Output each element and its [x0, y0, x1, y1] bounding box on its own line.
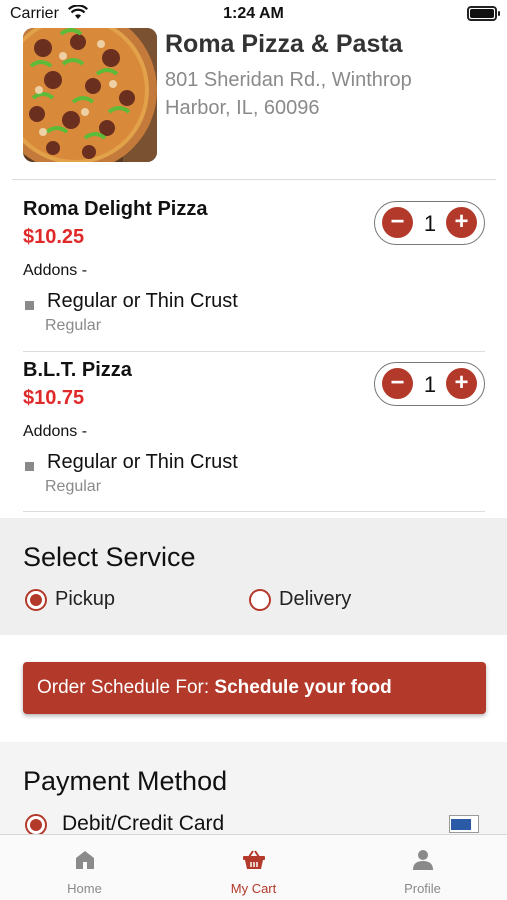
battery-icon	[467, 6, 500, 21]
decrease-quantity-button[interactable]: −	[382, 368, 413, 399]
home-icon	[75, 851, 94, 869]
addon-bullet-icon	[25, 301, 34, 310]
addons-label: Addons -	[23, 423, 88, 440]
item-price: $10.75	[23, 387, 85, 409]
section-title: Payment Method	[23, 766, 228, 796]
payment-method-section: Payment Method Debit/Credit Card	[0, 742, 507, 842]
delivery-label[interactable]: Delivery	[279, 588, 351, 611]
item-name: B.L.T. Pizza	[23, 359, 132, 381]
tab-bar: Home My Cart Profile	[0, 834, 507, 900]
item-name: Roma Delight Pizza	[23, 198, 208, 220]
person-icon	[412, 850, 433, 870]
addon-bullet-icon	[25, 462, 34, 471]
basket-icon	[242, 850, 265, 869]
addon-name: Regular or Thin Crust	[47, 290, 238, 312]
tab-my-cart[interactable]: My Cart	[169, 835, 338, 900]
clock: 1:24 AM	[223, 5, 284, 22]
quantity-stepper[interactable]: − 1 +	[374, 362, 485, 406]
quantity-value: 1	[423, 372, 437, 397]
divider	[23, 511, 485, 512]
tab-home[interactable]: Home	[0, 835, 169, 900]
divider	[23, 351, 485, 352]
schedule-prefix: Order Schedule For:	[37, 677, 210, 698]
pickup-radio[interactable]	[25, 589, 47, 611]
tab-label: My Cart	[230, 881, 277, 896]
card-payment-radio[interactable]	[25, 814, 47, 836]
tab-profile[interactable]: Profile	[338, 835, 507, 900]
addons-label: Addons -	[23, 262, 88, 279]
card-payment-label[interactable]: Debit/Credit Card	[62, 812, 224, 836]
delivery-radio[interactable]	[249, 589, 271, 611]
credit-card-icon	[449, 815, 479, 833]
schedule-value: Schedule your food	[214, 677, 392, 698]
addon-name: Regular or Thin Crust	[47, 451, 238, 473]
order-schedule-button[interactable]: Order Schedule For: Schedule your food	[23, 662, 486, 714]
divider	[12, 179, 496, 180]
quantity-stepper[interactable]: − 1 +	[374, 201, 485, 245]
addon-value: Regular	[45, 317, 102, 334]
item-price: $10.25	[23, 226, 85, 248]
increase-quantity-button[interactable]: +	[446, 368, 477, 399]
addon-value: Regular	[45, 478, 102, 495]
select-service-section: Select Service Pickup Delivery	[0, 518, 507, 635]
tab-label: Profile	[404, 881, 441, 896]
quantity-value: 1	[423, 211, 437, 236]
section-title: Select Service	[23, 542, 196, 572]
restaurant-address: 801 Sheridan Rd., Winthrop Harbor, IL, 6…	[165, 66, 465, 122]
pickup-label[interactable]: Pickup	[55, 588, 115, 611]
increase-quantity-button[interactable]: +	[446, 207, 477, 238]
restaurant-name: Roma Pizza & Pasta	[165, 30, 403, 58]
address-line-2: Harbor, IL, 60096	[165, 97, 320, 119]
decrease-quantity-button[interactable]: −	[382, 207, 413, 238]
restaurant-image	[23, 28, 157, 162]
address-line-1: 801 Sheridan Rd., Winthrop	[165, 69, 412, 91]
status-bar: Carrier 1:24 AM	[0, 0, 507, 30]
tab-label: Home	[67, 881, 102, 896]
